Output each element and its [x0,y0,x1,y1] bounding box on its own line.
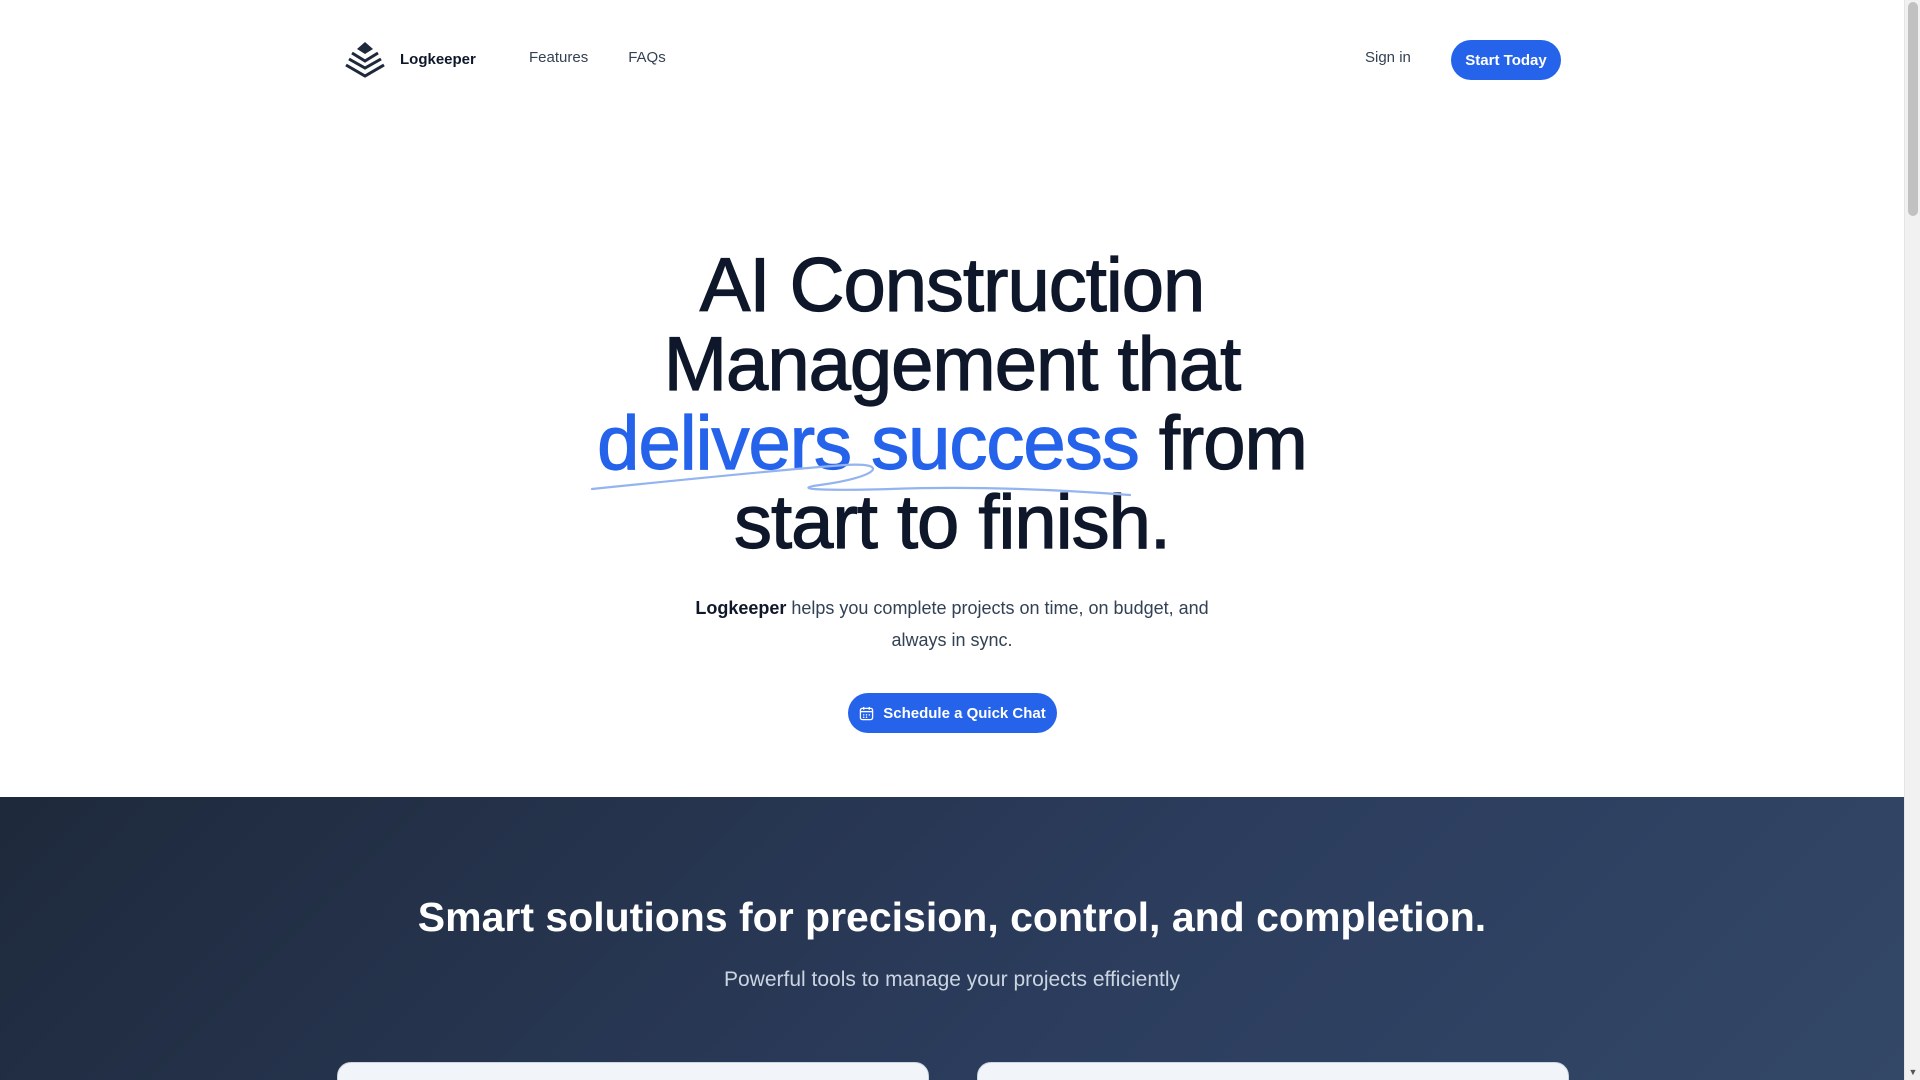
scrollbar-thumb[interactable] [1908,2,1918,216]
hero-title-line-1: AI Construction [699,243,1206,328]
site-header: Logkeeper Features FAQs Sign in Start To… [0,0,1904,120]
hero-subtitle-brand: Logkeeper [695,598,787,618]
brand-name: Logkeeper [400,50,476,68]
sign-in-link[interactable]: Sign in [1365,49,1411,66]
hero-title-line-2: Management that [663,322,1242,407]
hero-title-line-3-rest: from [1138,401,1308,486]
main-nav: Features FAQs [529,49,666,66]
underline-squiggle [590,463,1132,497]
start-today-button[interactable]: Start Today [1451,40,1561,80]
features-subtitle: Powerful tools to manage your projects e… [723,968,1180,991]
nav-link-features[interactable]: Features [529,49,588,66]
page: Logkeeper Features FAQs Sign in Start To… [0,0,1904,1080]
hero-subtitle-text: helps you complete projects on time, on … [786,598,1209,650]
nav-link-faqs[interactable]: FAQs [628,49,666,66]
vertical-scrollbar[interactable]: ▼ [1904,0,1920,1080]
schedule-chat-button[interactable]: Schedule a Quick Chat [848,693,1057,733]
features-title: Smart solutions for precision, control, … [417,894,1487,940]
hero-subtitle: Logkeeper helps you complete projects on… [672,592,1232,656]
layered-pyramid-icon [345,42,385,78]
scroll-down-arrow-icon[interactable]: ▼ [1905,1064,1920,1080]
feature-card [337,1062,929,1080]
calendar-icon [859,706,874,720]
schedule-chat-label: Schedule a Quick Chat [883,704,1046,722]
feature-card [977,1062,1569,1080]
hero-title: AI Construction Management that delivers… [552,243,1352,562]
features-section: Smart solutions for precision, control, … [0,797,1904,1080]
brand-logo[interactable]: Logkeeper [344,40,476,78]
